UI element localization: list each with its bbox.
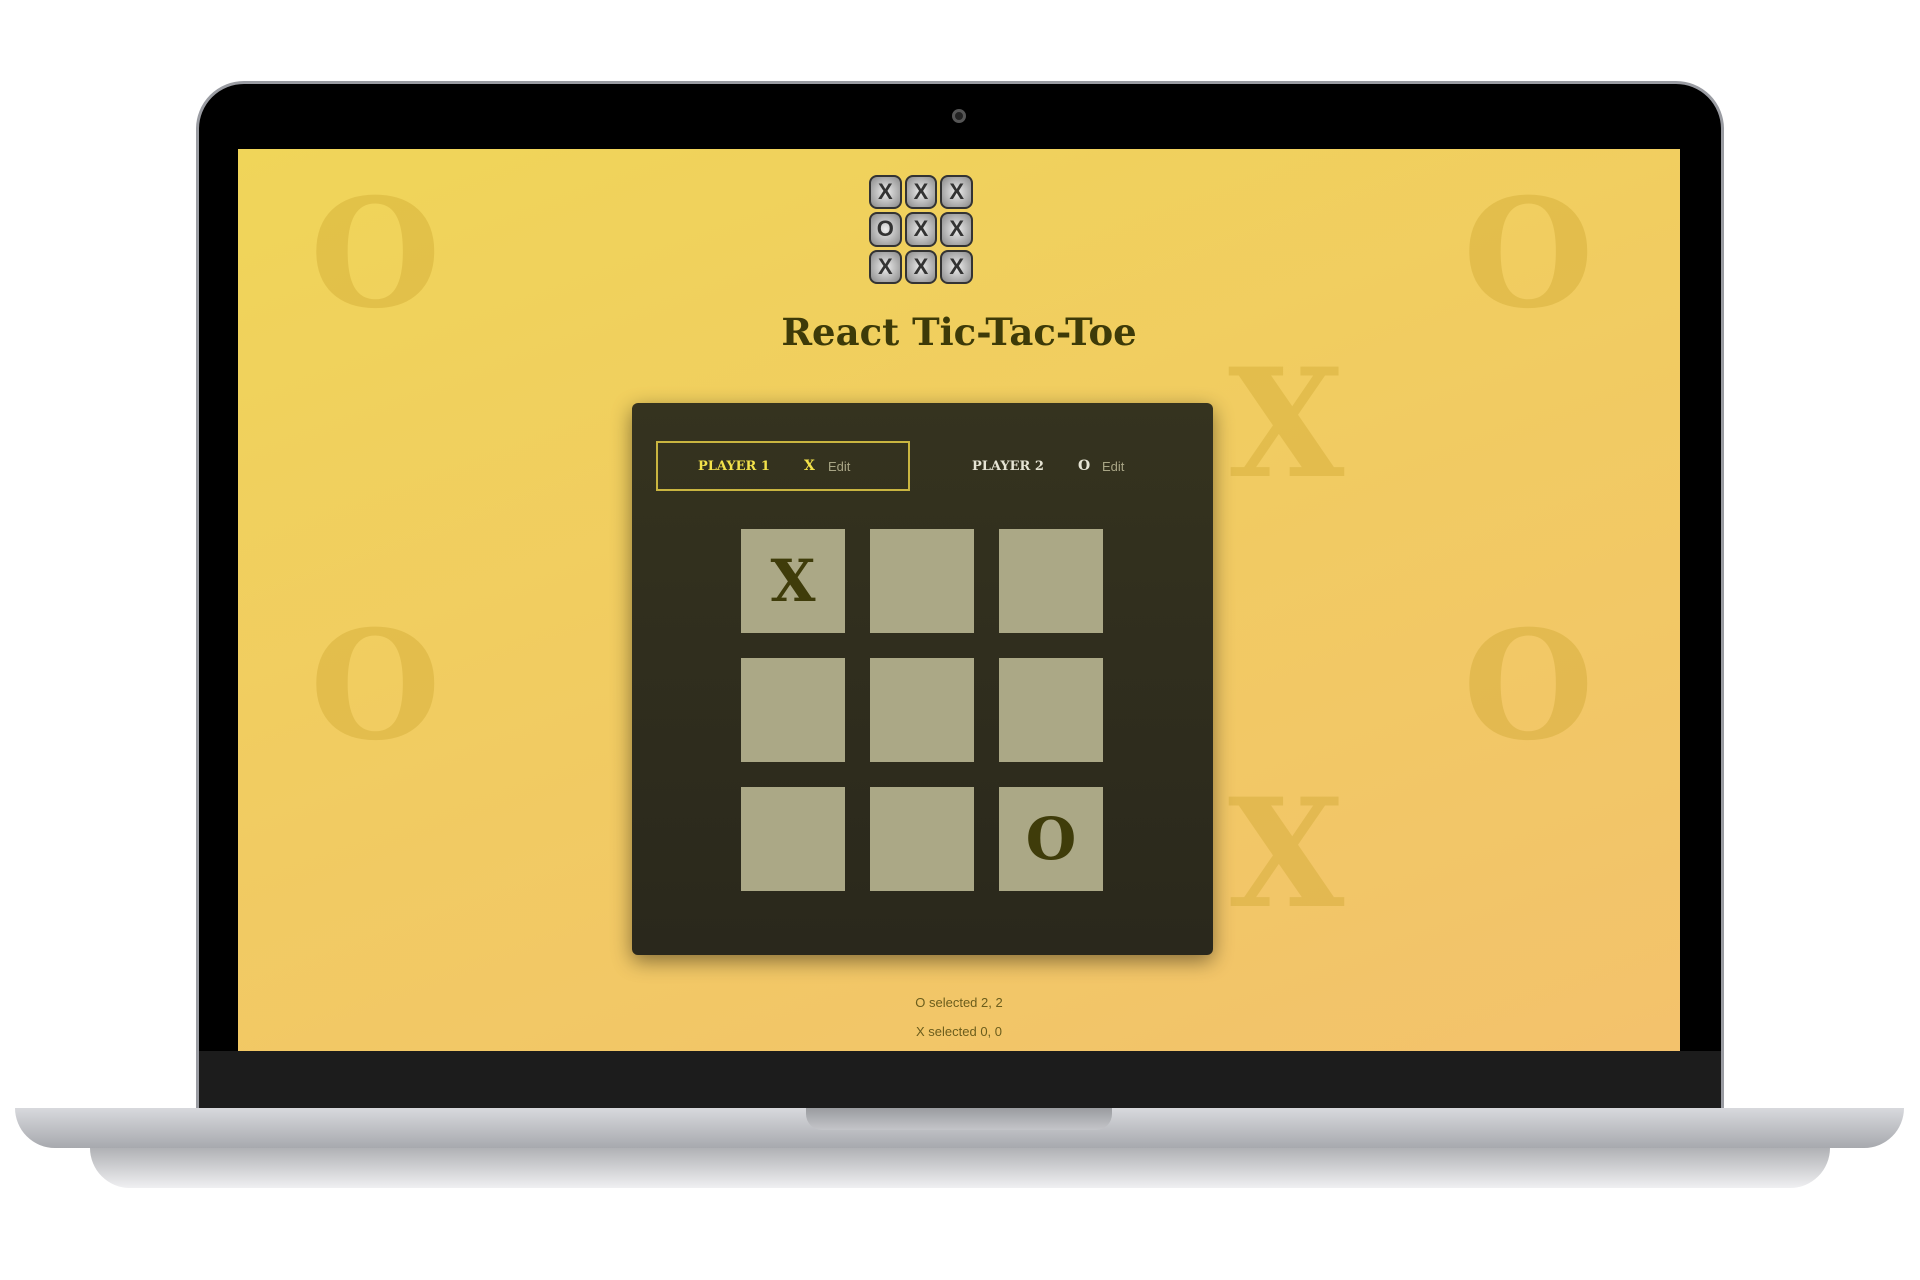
player-name: PLAYER 2	[972, 458, 1044, 474]
o-watermark-icon: O	[1463, 598, 1594, 774]
board-cell-2-2[interactable]: O	[999, 787, 1103, 891]
player-2-card: PLAYER 2 O Edit	[932, 441, 1186, 491]
player-1-card: PLAYER 1 X Edit	[656, 441, 910, 491]
log-entry: X selected 0, 0	[916, 1024, 1002, 1039]
o-watermark-icon: O	[310, 166, 441, 342]
laptop-chin	[199, 1051, 1721, 1108]
page-title: React Tic-Tac-Toe	[781, 310, 1137, 354]
logo-tile: X	[940, 175, 973, 210]
board-cell-2-1[interactable]	[870, 787, 974, 891]
logo-tile: X	[904, 175, 938, 210]
logo-tile: O	[869, 212, 902, 247]
edit-player-2-button[interactable]: Edit	[1102, 459, 1124, 474]
board-cell-1-1[interactable]	[870, 658, 974, 762]
player-symbol: X	[804, 458, 815, 474]
logo-tile: X	[904, 249, 938, 284]
board-cell-0-0[interactable]: X	[741, 529, 845, 633]
logo-tile: X	[940, 249, 973, 284]
board-cell-1-0[interactable]	[741, 658, 845, 762]
laptop-notch	[806, 1108, 1112, 1130]
board-cell-0-2[interactable]	[999, 529, 1103, 633]
o-watermark-icon: O	[1463, 166, 1594, 342]
log-entry: O selected 2, 2	[915, 995, 1003, 1010]
game-panel: PLAYER 1 X Edit PLAYER 2 O Edit X O	[632, 403, 1213, 955]
x-watermark-icon: X	[1228, 336, 1345, 512]
game-board: X O	[741, 529, 1103, 891]
player-name: PLAYER 1	[698, 458, 770, 474]
camera-icon	[952, 109, 966, 123]
app-screen: O O O O X X X X X O X X X X X React Tic-…	[238, 149, 1680, 1051]
board-cell-0-1[interactable]	[870, 529, 974, 633]
edit-player-1-button[interactable]: Edit	[828, 459, 850, 474]
board-cell-1-2[interactable]	[999, 658, 1103, 762]
logo-tile: X	[869, 175, 902, 210]
o-watermark-icon: O	[310, 598, 441, 774]
logo-tile: X	[869, 249, 902, 284]
logo-tile: X	[940, 212, 973, 247]
x-watermark-icon: X	[1228, 766, 1345, 942]
logo-tile: X	[904, 212, 938, 247]
player-symbol: O	[1078, 458, 1091, 474]
app-logo: X X X O X X X X X	[869, 175, 973, 284]
laptop-shadow	[90, 1148, 1830, 1188]
board-cell-2-0[interactable]	[741, 787, 845, 891]
